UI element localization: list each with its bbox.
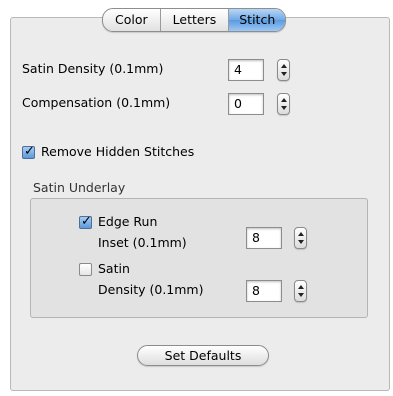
satin-underlay-density-stepper[interactable] (294, 280, 307, 302)
tab-stitch[interactable]: Stitch (228, 9, 286, 31)
edge-run-inset-field[interactable]: 8 (246, 227, 282, 249)
compensation-stepper[interactable] (277, 93, 290, 115)
compensation-label: Compensation (0.1mm) (22, 95, 171, 110)
tab-color[interactable]: Color (103, 9, 160, 31)
satin-label: Satin (98, 261, 130, 276)
satin-underlay-title: Satin Underlay (33, 180, 126, 195)
edge-run-inset-label: Inset (0.1mm) (98, 235, 187, 250)
satin-underlay-density-field[interactable]: 8 (246, 280, 282, 302)
tab-letters[interactable]: Letters (159, 9, 229, 31)
satin-density-underlay-label: Density (0.1mm) (98, 282, 204, 297)
edge-run-checkbox[interactable] (79, 214, 92, 229)
edge-run-inset-stepper[interactable] (294, 227, 307, 249)
tab-bar: Color Letters Stitch (102, 8, 287, 32)
satin-checkbox[interactable] (79, 263, 92, 276)
edge-run-label: Edge Run (98, 214, 158, 229)
remove-hidden-stitches-label: Remove Hidden Stitches (41, 144, 195, 159)
remove-hidden-stitches-checkbox[interactable] (22, 144, 35, 159)
satin-density-field[interactable]: 4 (228, 59, 264, 81)
compensation-field[interactable]: 0 (228, 93, 264, 115)
satin-density-stepper[interactable] (277, 59, 290, 81)
set-defaults-button[interactable]: Set Defaults (137, 345, 269, 366)
satin-density-label: Satin Density (0.1mm) (22, 61, 164, 76)
